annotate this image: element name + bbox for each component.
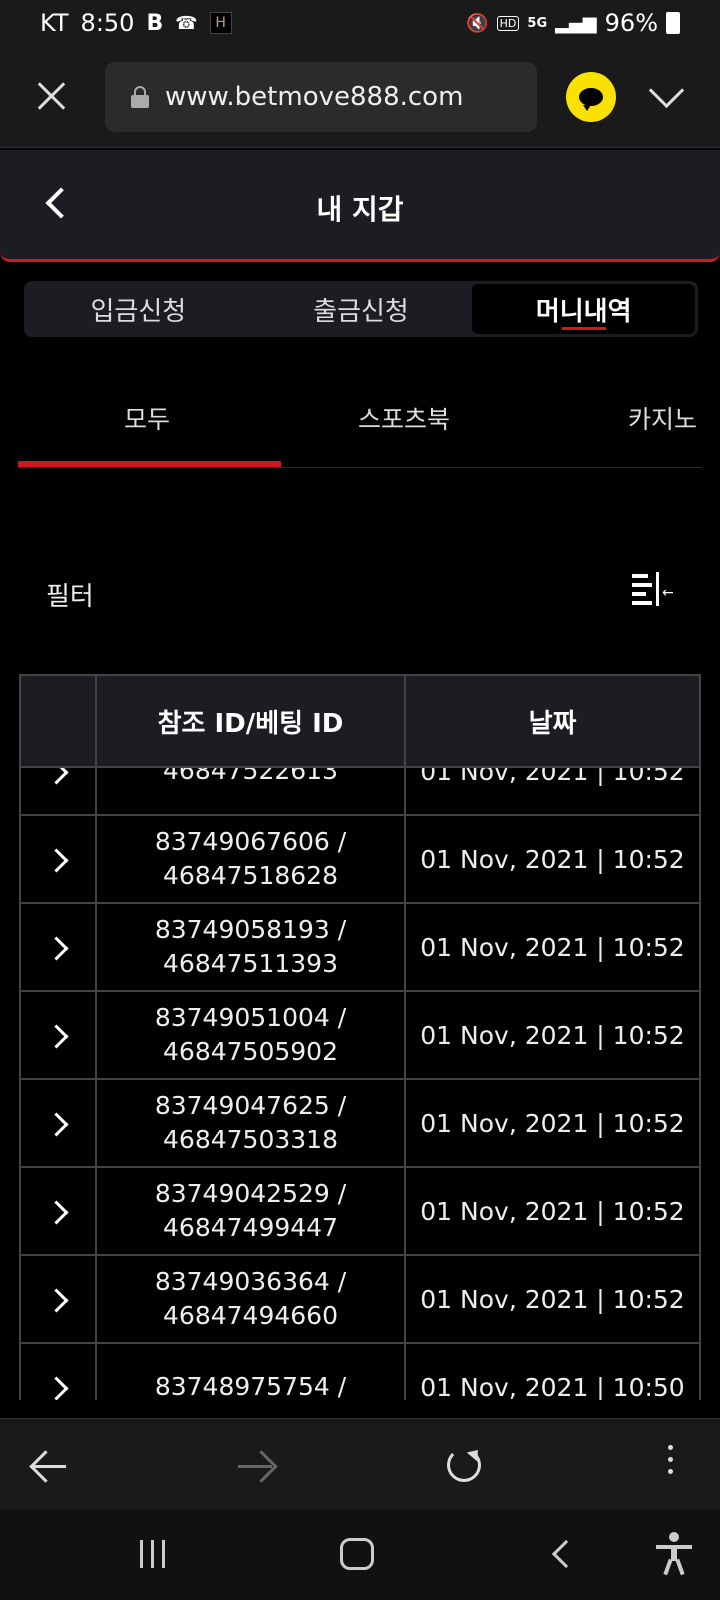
clock: 8:50 — [80, 9, 135, 37]
bet-id: 46847511393 — [163, 949, 338, 978]
reload-icon[interactable] — [440, 1441, 488, 1489]
battery-icon — [666, 12, 680, 34]
table-row[interactable]: 83748975754 / 01 Nov, 2021 | 10:50 — [21, 1344, 699, 1401]
tab-money-history[interactable]: 머니내역 — [472, 284, 696, 334]
h-app-icon: H — [209, 12, 232, 34]
sub-tabs: 모두 스포츠북 카지노 — [18, 378, 702, 468]
more-menu-icon[interactable] — [646, 1441, 694, 1489]
history-table: 참조 ID/베팅 ID 날짜 46847522613 01 Nov, 2021 … — [19, 674, 701, 1400]
table-row[interactable]: 83749042529 / 46847499447 01 Nov, 2021 | … — [21, 1168, 699, 1256]
filter-label[interactable]: 필터 — [46, 576, 94, 613]
date-cell: 01 Nov, 2021 | 10:52 — [420, 1284, 685, 1314]
lock-icon — [131, 86, 149, 108]
ref-id: 83748975754 / — [154, 1372, 347, 1400]
home-icon[interactable] — [340, 1538, 374, 1570]
date-cell: 01 Nov, 2021 | 10:52 — [420, 1196, 685, 1226]
chevron-right-icon[interactable] — [48, 937, 68, 957]
system-nav-bar — [0, 1510, 720, 1600]
subtab-casino[interactable]: 카지노 — [628, 400, 697, 436]
subtab-sportsbook[interactable]: 스포츠북 — [358, 400, 450, 436]
column-header-date: 날짜 — [528, 708, 577, 739]
table-row[interactable]: 83749036364 / 46847494660 01 Nov, 2021 | … — [21, 1256, 699, 1344]
ref-id: 83749067606 / — [154, 827, 347, 856]
ref-id: 83749036364 / — [154, 1267, 347, 1296]
table-row[interactable]: 83749051004 / 46847505902 01 Nov, 2021 | … — [21, 992, 699, 1080]
close-icon[interactable] — [32, 76, 72, 116]
table-body[interactable]: 46847522613 01 Nov, 2021 | 10:52 8374906… — [21, 768, 699, 1401]
url-text: www.betmove888.com — [165, 82, 464, 112]
bet-id: 46847518628 — [163, 861, 338, 890]
5g-icon: 5G — [527, 15, 548, 31]
column-header-ref-id: 참조 ID/베팅 ID — [97, 676, 406, 766]
back-arrow-icon[interactable] — [26, 1449, 74, 1497]
date-cell: 01 Nov, 2021 | 10:50 — [420, 1372, 685, 1401]
main-tabs: 입금신청 출금신청 머니내역 — [24, 281, 698, 337]
page-header: 내 지갑 — [0, 150, 720, 262]
date-cell: 01 Nov, 2021 | 10:52 — [420, 844, 685, 874]
chevron-right-icon[interactable] — [48, 768, 68, 781]
forward-arrow-icon[interactable] — [232, 1449, 280, 1497]
bet-id: 46847505902 — [163, 1037, 338, 1066]
tab-withdraw[interactable]: 출금신청 — [250, 284, 473, 334]
accessibility-icon[interactable] — [656, 1532, 692, 1576]
bet-id: 46847494660 — [163, 1301, 338, 1330]
bet-id: 46847503318 — [163, 1125, 338, 1154]
chevron-down-icon[interactable] — [648, 78, 688, 108]
page-title: 내 지갑 — [316, 193, 404, 226]
ref-id: 83749051004 / — [154, 1003, 347, 1032]
hd-icon: HD — [496, 15, 520, 31]
table-row[interactable]: 83749047625 / 46847503318 01 Nov, 2021 | … — [21, 1080, 699, 1168]
chevron-right-icon[interactable] — [48, 1113, 68, 1133]
status-bar: KT 8:50 B ☎ H 🔇 HD 5G ▂▄▆ 96% — [0, 0, 720, 46]
b-app-icon: B — [146, 10, 164, 36]
table-row[interactable]: 46847522613 01 Nov, 2021 | 10:52 — [21, 768, 699, 816]
subtab-all[interactable]: 모두 — [124, 400, 170, 436]
tab-deposit[interactable]: 입금신청 — [27, 284, 250, 334]
browser-bar: www.betmove888.com — [0, 46, 720, 148]
missed-call-icon: ☎ — [175, 12, 198, 34]
bet-id: 46847522613 — [163, 768, 338, 785]
chevron-right-icon[interactable] — [48, 1201, 68, 1221]
table-row[interactable]: 83749058193 / 46847511393 01 Nov, 2021 | … — [21, 904, 699, 992]
column-header-expand — [21, 676, 97, 766]
signal-icon: ▂▄▆ — [555, 12, 597, 34]
bet-id: 46847499447 — [163, 1213, 338, 1242]
url-bar[interactable]: www.betmove888.com — [105, 62, 537, 132]
date-cell: 01 Nov, 2021 | 10:52 — [420, 768, 685, 786]
mute-icon: 🔇 — [466, 12, 489, 34]
filter-sort-icon[interactable]: ← — [632, 572, 674, 608]
browser-toolbar — [0, 1418, 720, 1510]
kakao-talk-icon[interactable] — [566, 72, 616, 122]
table-header: 참조 ID/베팅 ID 날짜 — [21, 674, 699, 768]
ref-id: 83749042529 / — [154, 1179, 347, 1208]
battery-percent: 96% — [604, 9, 658, 37]
chevron-right-icon[interactable] — [48, 1025, 68, 1045]
chevron-right-icon[interactable] — [48, 849, 68, 869]
recents-icon[interactable] — [140, 1540, 165, 1568]
chevron-right-icon[interactable] — [48, 1289, 68, 1309]
date-cell: 01 Nov, 2021 | 10:52 — [420, 932, 685, 962]
chevron-right-icon[interactable] — [48, 1377, 68, 1397]
table-row[interactable]: 83749067606 / 46847518628 01 Nov, 2021 | … — [21, 816, 699, 904]
ref-id: 83749047625 / — [154, 1091, 347, 1120]
date-cell: 01 Nov, 2021 | 10:52 — [420, 1108, 685, 1138]
back-icon[interactable] — [551, 1539, 581, 1569]
date-cell: 01 Nov, 2021 | 10:52 — [420, 1020, 685, 1050]
active-tab-indicator — [18, 461, 281, 467]
ref-id: 83749058193 / — [154, 915, 347, 944]
carrier-label: KT — [40, 9, 69, 37]
